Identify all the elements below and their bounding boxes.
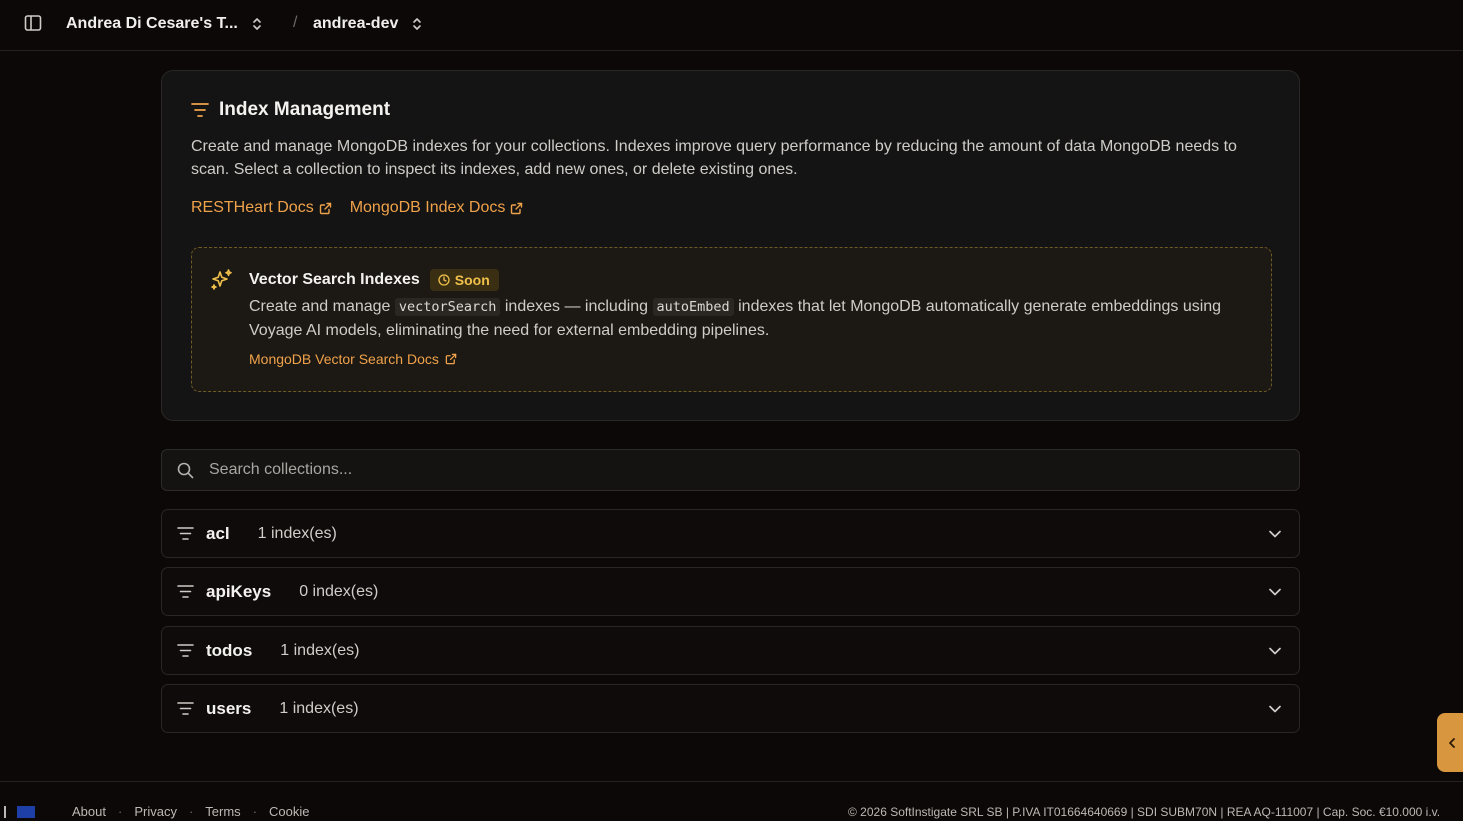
filter-lines-icon <box>177 702 194 715</box>
vector-search-title: Vector Search Indexes Soon <box>249 269 499 291</box>
footer-copyright: © 2026 SoftInstigate SRL SB | P.IVA IT01… <box>848 805 1441 819</box>
code-vectorsearch: vectorSearch <box>394 298 501 316</box>
desc-text: indexes — including <box>500 298 653 315</box>
card-description: Create and manage MongoDB indexes for yo… <box>191 138 1237 178</box>
chevron-up-down-icon <box>413 18 422 30</box>
footer: About · Privacy · Terms · Cookie © 2026 … <box>0 781 1463 821</box>
search-collections <box>161 449 1300 491</box>
chevron-down-icon <box>1269 588 1281 596</box>
index-count: 0 index(es) <box>299 582 379 600</box>
filter-lines-icon <box>177 644 194 657</box>
collection-name: apiKeys <box>206 581 272 601</box>
sparkles-icon <box>211 269 232 290</box>
chevron-up-down-icon <box>253 18 261 30</box>
top-bar: Andrea Di Cesare's T... / andrea-dev <box>0 0 1463 51</box>
chevron-left-icon <box>1449 737 1455 748</box>
search-input[interactable] <box>209 461 1269 479</box>
restheart-docs-label: RESTHeart Docs <box>191 199 314 216</box>
search-icon <box>177 462 194 478</box>
collection-row-apikeys[interactable]: apiKeys 0 index(es) <box>161 567 1300 616</box>
clock-icon <box>438 274 450 286</box>
index-count: 1 index(es) <box>280 641 360 659</box>
external-link-icon <box>511 202 523 214</box>
vector-search-description: Create and manage vectorSearch indexes —… <box>249 295 1249 342</box>
eu-flag-icon <box>17 806 35 818</box>
index-count: 1 index(es) <box>279 699 359 717</box>
docs-links: RESTHeart Docs MongoDB Index Docs <box>191 199 523 217</box>
side-panel-toggle[interactable] <box>1437 713 1463 772</box>
sidebar-toggle-icon[interactable] <box>24 14 42 32</box>
mongodb-index-docs-link[interactable]: MongoDB Index Docs <box>350 199 524 217</box>
collection-name: acl <box>206 523 230 543</box>
collection-name: todos <box>206 640 253 660</box>
chevron-down-icon <box>1269 705 1281 713</box>
collection-row-users[interactable]: users 1 index(es) <box>161 684 1300 733</box>
restheart-docs-link[interactable]: RESTHeart Docs <box>191 199 332 217</box>
filter-lines-icon <box>177 585 194 598</box>
desc-text: Create and manage <box>249 298 395 315</box>
card-title: Index Management <box>191 99 390 121</box>
external-link-icon <box>445 353 457 365</box>
collection-name: users <box>206 698 252 718</box>
code-autoembed: autoEmbed <box>652 298 734 316</box>
chevron-down-icon <box>1269 647 1281 655</box>
vector-search-docs-label: MongoDB Vector Search Docs <box>249 351 439 367</box>
vector-search-notice: Vector Search Indexes Soon Create and ma… <box>191 247 1272 392</box>
soon-badge: Soon <box>429 269 499 291</box>
footer-divider <box>4 806 6 818</box>
project-switcher[interactable]: andrea-dev <box>313 13 422 35</box>
breadcrumb-separator: / <box>293 14 298 31</box>
collection-row-todos[interactable]: todos 1 index(es) <box>161 626 1300 675</box>
collection-row-acl[interactable]: acl 1 index(es) <box>161 509 1300 558</box>
team-name: Andrea Di Cesare's T... <box>66 15 238 32</box>
vector-search-title-text: Vector Search Indexes <box>249 271 420 288</box>
index-management-card: Index Management Create and manage Mongo… <box>161 70 1300 421</box>
filter-lines-icon <box>177 527 194 540</box>
card-title-text: Index Management <box>219 99 391 120</box>
project-name: andrea-dev <box>313 15 399 32</box>
soon-badge-label: Soon <box>454 272 490 288</box>
chevron-down-icon <box>1269 530 1281 538</box>
team-switcher[interactable]: Andrea Di Cesare's T... <box>66 13 262 35</box>
mongodb-index-docs-label: MongoDB Index Docs <box>349 199 506 216</box>
filter-lines-icon <box>191 103 209 117</box>
external-link-icon <box>319 202 331 214</box>
mongodb-vector-search-docs-link[interactable]: MongoDB Vector Search Docs <box>249 351 457 367</box>
index-count: 1 index(es) <box>257 524 337 542</box>
